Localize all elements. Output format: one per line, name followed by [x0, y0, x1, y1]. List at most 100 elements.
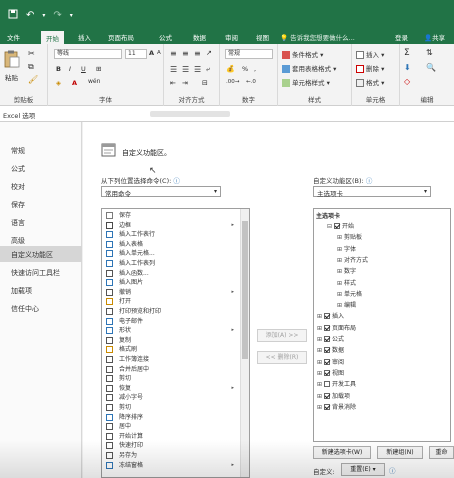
tab-checkbox[interactable] [324, 324, 330, 331]
command-item[interactable]: 开始计算 [102, 432, 240, 441]
expand-icon[interactable]: ⊞ [317, 312, 324, 321]
tab-checkbox[interactable] [324, 336, 330, 342]
percent-button[interactable]: % [242, 65, 248, 73]
expand-icon[interactable]: ⊞ [337, 279, 344, 288]
tab-view[interactable]: 视图 [256, 32, 269, 42]
cell-styles-button[interactable]: 单元格样式 ▾ [282, 77, 330, 87]
choose-commands-select[interactable]: 常用命令 ▾ [101, 186, 221, 198]
tab-checkbox[interactable] [324, 369, 330, 376]
expand-icon[interactable]: ⊞ [337, 256, 344, 265]
expand-icon[interactable]: ⊞ [337, 290, 344, 299]
conditional-format-button[interactable]: 条件格式 ▾ [282, 49, 323, 59]
insert-cells-button[interactable]: 插入 ▾ [356, 49, 384, 59]
expand-icon[interactable]: ⊞ [317, 335, 324, 344]
command-item[interactable]: 剪切 [102, 403, 240, 412]
command-item[interactable]: 保存 [102, 211, 240, 220]
tab-checkbox[interactable] [324, 347, 330, 354]
nav-save[interactable]: 保存 [0, 196, 82, 212]
wrap-text-icon[interactable]: ⤶ [206, 65, 210, 74]
rename-button[interactable]: 重命名... [429, 446, 454, 459]
tree-item[interactable]: ⊞ 视图 [317, 369, 344, 378]
nav-customize-ribbon[interactable]: 自定义功能区 [0, 246, 82, 262]
tab-formulas[interactable]: 公式 [159, 32, 172, 42]
expand-icon[interactable]: ⊞ [317, 346, 324, 355]
tab-checkbox[interactable] [324, 392, 330, 399]
decrease-decimal-icon[interactable]: ←.0 [246, 79, 256, 85]
command-item[interactable]: 恢复 ▸ [102, 384, 240, 393]
tree-item[interactable]: ⊞ 单元格 [337, 290, 362, 299]
expand-icon[interactable]: ⊞ [317, 380, 324, 389]
font-size-combo[interactable]: 11 [125, 49, 147, 59]
format-as-table-button[interactable]: 套用表格格式 ▾ [282, 63, 336, 73]
paste-button[interactable] [4, 50, 20, 70]
find-select-icon[interactable]: 🔍 [426, 63, 436, 72]
merge-center-icon[interactable]: ⊟ [202, 79, 208, 87]
tree-item[interactable]: ⊟ 开始 [327, 222, 354, 231]
format-painter-icon[interactable]: 🖌 [28, 75, 38, 84]
tab-file[interactable]: 文件 [7, 32, 20, 42]
cut-icon[interactable]: ✂ [28, 49, 35, 58]
tab-checkbox[interactable] [324, 381, 330, 388]
delete-cells-button[interactable]: 删除 ▾ [356, 63, 384, 73]
bottom-align-icon[interactable]: ≡ [194, 49, 201, 58]
qat-customize-icon[interactable]: ▾ [70, 11, 73, 21]
increase-indent-icon[interactable]: ⇥ [182, 79, 188, 87]
fill-icon[interactable]: ⬇ [404, 63, 411, 72]
expand-icon[interactable]: ⊞ [337, 233, 344, 242]
tab-checkbox[interactable] [324, 313, 330, 320]
tree-item[interactable]: ⊞ 对齐方式 [337, 256, 368, 265]
reset-button[interactable]: 重置(E) ▾ [341, 463, 385, 476]
redo-icon[interactable]: ↷ [53, 10, 61, 21]
expand-icon[interactable]: ⊞ [317, 358, 324, 367]
undo-dropdown-icon[interactable]: ▾ [42, 11, 45, 21]
remove-button[interactable]: << 删除(R) [257, 351, 307, 364]
command-item[interactable]: 撤销 ▸ [102, 288, 240, 297]
font-color-icon[interactable]: A [72, 79, 77, 87]
scrollbar-thumb[interactable] [242, 221, 248, 359]
command-item[interactable]: 冻结窗格 ▸ [102, 461, 240, 470]
fill-color-icon[interactable]: ◈ [56, 79, 61, 87]
command-item[interactable]: 合并后居中 [102, 365, 240, 374]
tree-item[interactable]: ⊞ 样式 [337, 279, 356, 288]
command-item[interactable]: 插入工作表行 [102, 230, 240, 239]
tree-item[interactable]: ⊞ 加载项 [317, 392, 350, 401]
new-group-button[interactable]: 新建组(N) [377, 446, 423, 459]
tree-item[interactable]: ⊞ 数据 [317, 346, 344, 355]
expand-icon[interactable]: ⊞ [317, 403, 324, 412]
border-icon[interactable]: ⊞ [96, 65, 101, 73]
customize-ribbon-select[interactable]: 主选项卡 ▾ [313, 186, 431, 198]
tree-item[interactable]: ⊞ 页面布局 [317, 324, 356, 333]
expand-icon[interactable]: ⊞ [337, 267, 344, 276]
currency-icon[interactable]: 💰 [226, 65, 235, 73]
expand-icon[interactable]: ⊞ [337, 301, 344, 310]
expand-icon[interactable]: ⊞ [317, 392, 324, 401]
tree-item[interactable]: ⊞ 审阅 [317, 358, 344, 367]
tab-checkbox[interactable] [324, 358, 330, 365]
font-name-combo[interactable]: 等线 [54, 49, 122, 59]
collapse-icon[interactable]: ⊟ [327, 222, 334, 231]
command-item[interactable]: 形状 ▸ [102, 326, 240, 335]
tree-item[interactable]: ⊞ 数字 [337, 267, 356, 276]
command-item[interactable]: 另存为 [102, 451, 240, 460]
underline-button[interactable]: U [81, 65, 86, 73]
command-item[interactable]: 电子邮件 [102, 317, 240, 326]
tree-item[interactable]: ⊞ 背景消除 [317, 403, 356, 412]
copy-icon[interactable]: ⧉ [28, 62, 34, 72]
nav-quick-access-toolbar[interactable]: 快速访问工具栏 [0, 264, 82, 280]
command-item[interactable]: 工作簿连接 [102, 355, 240, 364]
command-item[interactable]: 复制 [102, 336, 240, 345]
login-link[interactable]: 登录 [395, 32, 408, 42]
command-item[interactable]: 打开 [102, 297, 240, 306]
command-item[interactable]: 边框 ▸ [102, 221, 240, 230]
command-item[interactable]: 剪切 [102, 374, 240, 383]
nav-language[interactable]: 语言 [0, 214, 82, 230]
command-item[interactable]: 插入表格 [102, 240, 240, 249]
ribbon-tabs-tree[interactable]: 主选项卡 ⊟ 开始 ⊞ 剪贴板 ⊞ 字体 ⊞ 对齐方式 ⊞ 数字 ⊞ 样式 ⊞ 单元格 ⊞ 编辑 ⊞ 插入 ⊞ 页面布… [313, 208, 451, 442]
sort-filter-icon[interactable]: ⇅ [426, 48, 433, 57]
increase-decimal-icon[interactable]: .00→ [226, 79, 239, 85]
tree-item[interactable]: ⊞ 字体 [337, 245, 356, 254]
top-align-icon[interactable]: ≡ [170, 49, 177, 58]
nav-trust-center[interactable]: 信任中心 [0, 300, 82, 316]
align-right-icon[interactable]: ☰ [194, 65, 201, 74]
commands-scrollbar[interactable] [240, 209, 249, 477]
